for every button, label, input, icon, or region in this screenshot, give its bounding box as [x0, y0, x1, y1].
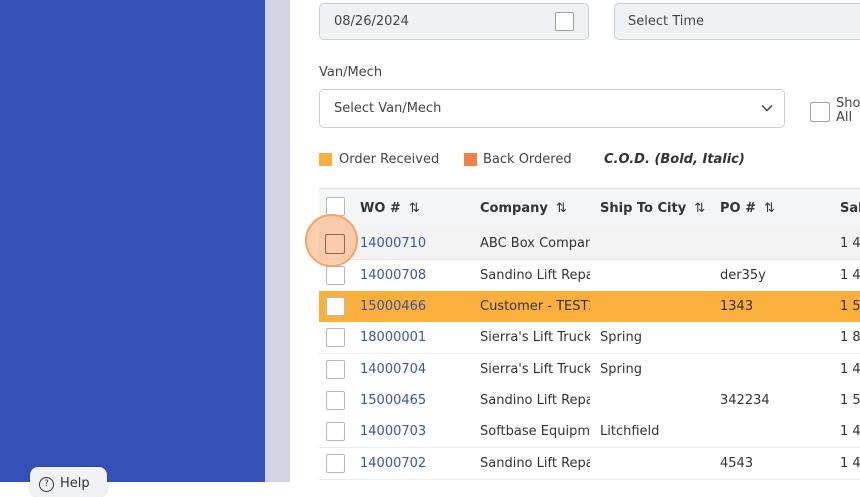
panel-gutter: [265, 0, 290, 482]
row-checkbox[interactable]: [326, 297, 345, 316]
wo-number-link[interactable]: 14000710: [360, 236, 426, 251]
col-wo[interactable]: WO # ⇅: [360, 201, 420, 216]
wo-number-link[interactable]: 14000708: [360, 268, 426, 283]
wo-number-link[interactable]: 14000703: [360, 424, 426, 439]
show-all-label: Show All: [836, 97, 860, 125]
table-row[interactable]: 14000710 ABC Box Company 1 40: [319, 228, 860, 260]
sort-icon[interactable]: ⇅: [556, 201, 567, 216]
sale-cell: 1 40: [840, 268, 860, 283]
date-value: 08/26/2024: [334, 14, 409, 29]
table-row[interactable]: 14000702 Sandino Lift Repair 4543 1 40: [319, 448, 860, 480]
main-content: 08/26/2024 Select Time Van/Mech Select V…: [290, 0, 860, 482]
table-row[interactable]: 15000466 Customer - TEST27 1343 1 50: [319, 291, 860, 323]
col-sale[interactable]: Sale: [840, 201, 860, 216]
wo-number-link[interactable]: 14000704: [360, 362, 426, 377]
company-cell: Softbase Equipment: [480, 424, 590, 439]
company-cell: Sierra's Lift Trucks: [480, 330, 590, 345]
time-placeholder: Select Time: [628, 14, 705, 29]
col-wo-label: WO #: [360, 201, 401, 216]
row-checkbox[interactable]: [326, 328, 345, 347]
table-row[interactable]: 15000465 Sandino Lift Repair 342234 1 50: [319, 385, 860, 417]
sale-cell: 1 80: [840, 330, 860, 345]
sort-icon[interactable]: ⇅: [764, 201, 775, 216]
sale-cell: 1 40: [840, 362, 860, 377]
date-field[interactable]: 08/26/2024: [319, 3, 589, 40]
show-all-label-line2: All: [836, 110, 853, 125]
help-button[interactable]: ? Help: [30, 467, 107, 497]
table-header: WO # ⇅ Company ⇅ Ship To City ⇅ PO # ⇅ Sale: [319, 188, 860, 229]
company-cell: Sierra's Lift Trucks: [480, 362, 590, 377]
van-mech-label: Van/Mech: [319, 65, 383, 80]
company-cell: Sandino Lift Repair: [480, 268, 590, 283]
col-po-label: PO #: [720, 201, 756, 216]
date-checkbox[interactable]: [555, 12, 574, 31]
company-cell: Sandino Lift Repair: [480, 393, 590, 408]
col-po[interactable]: PO # ⇅: [720, 201, 775, 216]
van-mech-select[interactable]: Select Van/Mech: [319, 89, 785, 128]
sale-cell: 1 40: [840, 236, 860, 251]
wo-number-link[interactable]: 14000702: [360, 456, 426, 471]
ship-to-city-cell: Spring: [600, 330, 642, 345]
po-number-cell: der35y: [720, 268, 766, 283]
row-checkbox[interactable]: [326, 391, 345, 410]
company-cell: Customer - TEST27: [480, 299, 590, 314]
col-ship-to-city[interactable]: Ship To City ⇅: [600, 201, 705, 216]
time-select[interactable]: Select Time: [614, 3, 860, 40]
sale-cell: 1 50: [840, 393, 860, 408]
cod-legend-label: C.O.D. (Bold, Italic): [604, 152, 745, 167]
row-checkbox[interactable]: [326, 422, 345, 441]
row-checkbox[interactable]: [326, 360, 345, 379]
table-row[interactable]: 14000703 Softbase Equipment Litchfield 1 40: [319, 416, 860, 448]
left-panel: [0, 0, 265, 482]
back-ordered-swatch: [464, 153, 477, 166]
ship-to-city-cell: Spring: [600, 362, 642, 377]
chevron-down-icon: [760, 101, 774, 119]
row-checkbox[interactable]: [326, 266, 345, 285]
table-row[interactable]: 14000704 Sierra's Lift Trucks Spring 1 40: [319, 354, 860, 386]
company-cell: Sandino Lift Repair: [480, 456, 590, 471]
col-company-label: Company: [480, 201, 548, 216]
help-icon: ?: [39, 477, 54, 492]
table-row[interactable]: 18000001 Sierra's Lift Trucks Spring 1 80: [319, 322, 860, 354]
sort-icon[interactable]: ⇅: [694, 201, 705, 216]
back-ordered-label: Back Ordered: [483, 152, 572, 167]
wo-number-link[interactable]: 15000466: [360, 299, 426, 314]
sort-icon[interactable]: ⇅: [409, 201, 420, 216]
sale-cell: 1 40: [840, 424, 860, 439]
sale-cell: 1 50: [840, 299, 860, 314]
col-company[interactable]: Company ⇅: [480, 201, 567, 216]
help-label: Help: [60, 476, 90, 491]
col-sale-label: Sale: [840, 201, 860, 216]
sale-cell: 1 40: [840, 456, 860, 471]
show-all-label-line1: Show: [836, 96, 860, 111]
ship-to-city-cell: Litchfield: [600, 424, 660, 439]
wo-number-link[interactable]: 18000001: [360, 330, 426, 345]
order-received-label: Order Received: [339, 152, 440, 167]
row-checkbox-highlighted[interactable]: [325, 234, 345, 254]
van-mech-placeholder: Select Van/Mech: [334, 101, 442, 116]
po-number-cell: 4543: [720, 456, 754, 471]
row-checkbox[interactable]: [326, 454, 345, 473]
po-number-cell: 342234: [720, 393, 770, 408]
wo-number-link[interactable]: 15000465: [360, 393, 426, 408]
po-number-cell: 1343: [720, 299, 754, 314]
table-row[interactable]: 14000708 Sandino Lift Repair der35y 1 40: [319, 260, 860, 292]
company-cell: ABC Box Company: [480, 236, 590, 251]
col-city-label: Ship To City: [600, 201, 687, 216]
show-all-checkbox[interactable]: [810, 102, 830, 122]
order-received-swatch: [319, 153, 332, 166]
